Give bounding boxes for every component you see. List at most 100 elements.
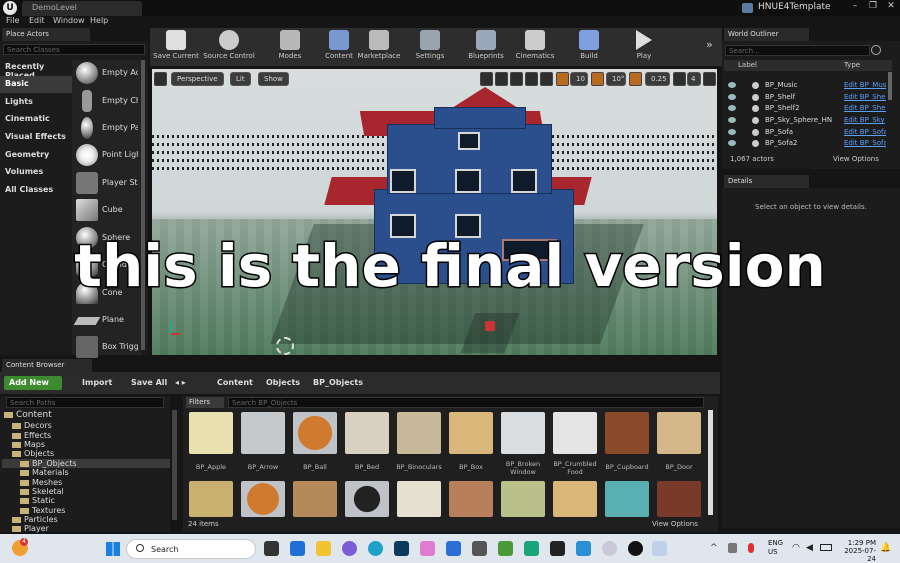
clock[interactable]: 1:29 PM 2025-07-24: [836, 539, 876, 563]
app-icon[interactable]: [550, 541, 565, 556]
app-icon[interactable]: [394, 541, 409, 556]
save-current-button[interactable]: Save Current: [150, 30, 202, 64]
tree-item[interactable]: Objects: [12, 449, 54, 458]
tree-scrollbar[interactable]: [172, 410, 177, 520]
app-icon[interactable]: [524, 541, 539, 556]
actor-item[interactable]: Box Trigger: [76, 334, 138, 361]
asset-thumbnail[interactable]: [241, 412, 285, 454]
asset-thumbnail[interactable]: [553, 481, 597, 517]
tab-content-browser[interactable]: Content Browser: [2, 359, 92, 372]
world-space-icon[interactable]: [525, 72, 538, 86]
outliner-view-options[interactable]: View Options: [833, 155, 879, 163]
asset-thumbnail[interactable]: [293, 481, 337, 517]
outliner-row[interactable]: BP_Shelf Edit BP_Shelf: [724, 92, 888, 103]
viewport-options-icon[interactable]: [154, 72, 167, 86]
asset-thumbnail[interactable]: [553, 412, 597, 454]
wifi-icon[interactable]: ◠: [792, 543, 804, 553]
category-geometry[interactable]: Geometry: [0, 147, 72, 164]
build-button[interactable]: Build: [563, 30, 615, 64]
media-icon[interactable]: [472, 541, 487, 556]
actor-item[interactable]: Plane: [73, 307, 138, 334]
translate-icon[interactable]: [480, 72, 493, 86]
search-paths-input[interactable]: Search Paths: [6, 397, 164, 408]
add-new-button[interactable]: Add New: [4, 376, 62, 390]
tab-details[interactable]: Details: [724, 175, 809, 188]
visibility-icon[interactable]: [728, 105, 736, 111]
category-lights[interactable]: Lights: [0, 94, 72, 111]
asset-search-input[interactable]: Search BP_Objects: [228, 397, 704, 408]
outliner-row[interactable]: BP_Sky_Sphere_HN Edit BP_Sky: [724, 115, 888, 126]
task-view-icon[interactable]: [264, 541, 279, 556]
path-content[interactable]: Content: [217, 378, 253, 387]
source-control-button[interactable]: Source Control: [203, 30, 255, 64]
import-button[interactable]: Import: [82, 378, 112, 387]
asset-grid-scrollbar[interactable]: [708, 410, 713, 515]
actor-item[interactable]: Empty Actor: [76, 60, 138, 87]
actor-item[interactable]: Point Light: [76, 142, 138, 169]
visibility-icon[interactable]: [728, 94, 736, 100]
asset-thumbnail[interactable]: [449, 481, 493, 517]
tree-item[interactable]: Player: [12, 524, 49, 533]
path-bp-objects[interactable]: BP_Objects: [313, 378, 363, 387]
asset-thumbnail[interactable]: [501, 412, 545, 454]
category-volumes[interactable]: Volumes: [0, 164, 72, 181]
restore-button[interactable]: ❐: [866, 1, 880, 13]
camera-speed-button[interactable]: 4: [687, 72, 701, 86]
maximize-viewport-icon[interactable]: [703, 72, 716, 86]
microphone-icon[interactable]: [748, 543, 754, 553]
store-icon[interactable]: [446, 541, 461, 556]
menu-file[interactable]: File: [6, 16, 19, 25]
actor-list-scrollbar[interactable]: [141, 60, 145, 350]
show-button[interactable]: Show: [258, 72, 289, 86]
copilot-icon[interactable]: [420, 541, 435, 556]
app-icon[interactable]: [576, 541, 591, 556]
filters-button[interactable]: Filters: [186, 397, 224, 408]
rotation-snap-icon[interactable]: [591, 72, 604, 86]
tree-item[interactable]: Particles: [12, 515, 58, 524]
tree-item[interactable]: Decors: [12, 421, 52, 430]
tree-item-selected[interactable]: BP_Objects: [2, 459, 170, 468]
asset-thumbnail[interactable]: [189, 481, 233, 517]
minecraft-icon[interactable]: [498, 541, 513, 556]
edge-icon[interactable]: [368, 541, 383, 556]
outliner-row[interactable]: BP_Sofa2 Edit BP_Sofa: [724, 138, 888, 149]
discord-icon[interactable]: [342, 541, 357, 556]
grid-size-button[interactable]: 10: [570, 72, 588, 86]
keyboard-icon[interactable]: [728, 543, 737, 553]
category-visual-effects[interactable]: Visual Effects: [0, 129, 72, 146]
toolbar-overflow-icon[interactable]: »: [706, 38, 713, 51]
menu-edit[interactable]: Edit: [29, 16, 45, 25]
file-explorer-icon[interactable]: [316, 541, 331, 556]
camera-speed-icon[interactable]: [673, 72, 686, 86]
tree-item[interactable]: Textures: [20, 506, 65, 515]
column-type[interactable]: Type: [844, 61, 860, 69]
tree-item[interactable]: Meshes: [20, 478, 62, 487]
marketplace-button[interactable]: Marketplace: [353, 30, 405, 64]
scale-icon[interactable]: [510, 72, 523, 86]
taskbar-search-input[interactable]: Search: [126, 539, 256, 559]
column-label[interactable]: Label: [738, 61, 757, 69]
asset-thumbnail[interactable]: [605, 412, 649, 454]
tree-item[interactable]: Skeletal: [20, 487, 64, 496]
app-icon[interactable]: [602, 541, 617, 556]
asset-thumbnail[interactable]: [397, 481, 441, 517]
notifications-icon[interactable]: 🔔: [880, 543, 891, 553]
actor-item[interactable]: Player Start: [76, 170, 138, 197]
cinematics-button[interactable]: Cinematics: [509, 30, 561, 64]
volume-icon[interactable]: ◀: [806, 543, 816, 553]
unreal-taskbar-icon[interactable]: [628, 541, 643, 556]
grid-snap-icon[interactable]: [556, 72, 569, 86]
category-recently-placed[interactable]: Recently Placed: [0, 59, 72, 80]
visibility-icon[interactable]: [728, 117, 736, 123]
outliner-row[interactable]: BP_Shelf2 Edit BP_Shelf: [724, 103, 888, 114]
category-all-classes[interactable]: All Classes: [0, 182, 72, 199]
asset-thumbnail[interactable]: [345, 412, 389, 454]
close-button[interactable]: ✕: [884, 1, 898, 13]
chevron-up-icon[interactable]: ^: [710, 543, 720, 553]
settings-button[interactable]: Settings: [404, 30, 456, 64]
tree-item[interactable]: Effects: [12, 431, 51, 440]
blueprints-button[interactable]: Blueprints: [460, 30, 512, 64]
asset-thumbnail[interactable]: [241, 481, 285, 517]
minimize-button[interactable]: –: [848, 1, 862, 13]
actor-item[interactable]: Cube: [76, 197, 138, 224]
